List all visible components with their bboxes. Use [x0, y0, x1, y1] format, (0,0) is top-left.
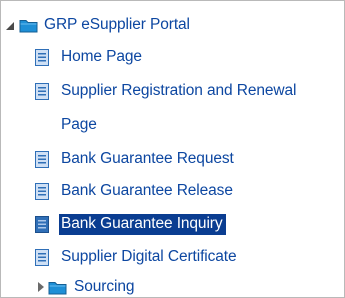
folder-icon — [48, 281, 67, 294]
document-icon — [35, 182, 49, 200]
tree-item-label-selected[interactable]: Bank Guarantee Inquiry — [59, 213, 226, 235]
document-icon — [35, 248, 49, 266]
tree-item-label-continued[interactable]: Page — [61, 115, 97, 135]
tree-item-home-page[interactable]: Home Page — [35, 44, 142, 70]
tree-item-bank-guarantee-inquiry[interactable]: Bank Guarantee Inquiry — [35, 211, 226, 237]
tree-node-grp-esupplier-portal[interactable]: GRP eSupplier Portal — [6, 12, 190, 38]
tree-item-label[interactable]: Bank Guarantee Request — [61, 149, 234, 169]
tree-node-sourcing[interactable]: Sourcing — [38, 274, 134, 297]
tree-item-bank-guarantee-release[interactable]: Bank Guarantee Release — [35, 178, 233, 204]
tree-node-label[interactable]: Sourcing — [74, 277, 134, 297]
tree-item-label[interactable]: Supplier Digital Certificate — [61, 247, 237, 267]
document-icon — [35, 215, 49, 233]
tree-item-label[interactable]: Supplier Registration and Renewal — [61, 81, 296, 101]
expanded-arrow-icon[interactable] — [6, 22, 14, 30]
collapsed-arrow-icon[interactable] — [38, 282, 44, 292]
tree-item-supplier-registration-continued[interactable]: Page — [61, 112, 97, 138]
navigator-tree: GRP eSupplier Portal Home Page Supplier … — [0, 0, 345, 298]
tree-item-supplier-registration[interactable]: Supplier Registration and Renewal — [35, 78, 296, 104]
tree-item-label[interactable]: Bank Guarantee Release — [61, 181, 233, 201]
tree-item-bank-guarantee-request[interactable]: Bank Guarantee Request — [35, 146, 234, 172]
tree-item-supplier-digital-certificate[interactable]: Supplier Digital Certificate — [35, 244, 237, 270]
document-icon — [35, 82, 49, 100]
document-icon — [35, 48, 49, 66]
tree-node-label[interactable]: GRP eSupplier Portal — [44, 15, 190, 35]
document-icon — [35, 150, 49, 168]
folder-icon — [19, 19, 38, 32]
tree-item-label[interactable]: Home Page — [61, 47, 142, 67]
